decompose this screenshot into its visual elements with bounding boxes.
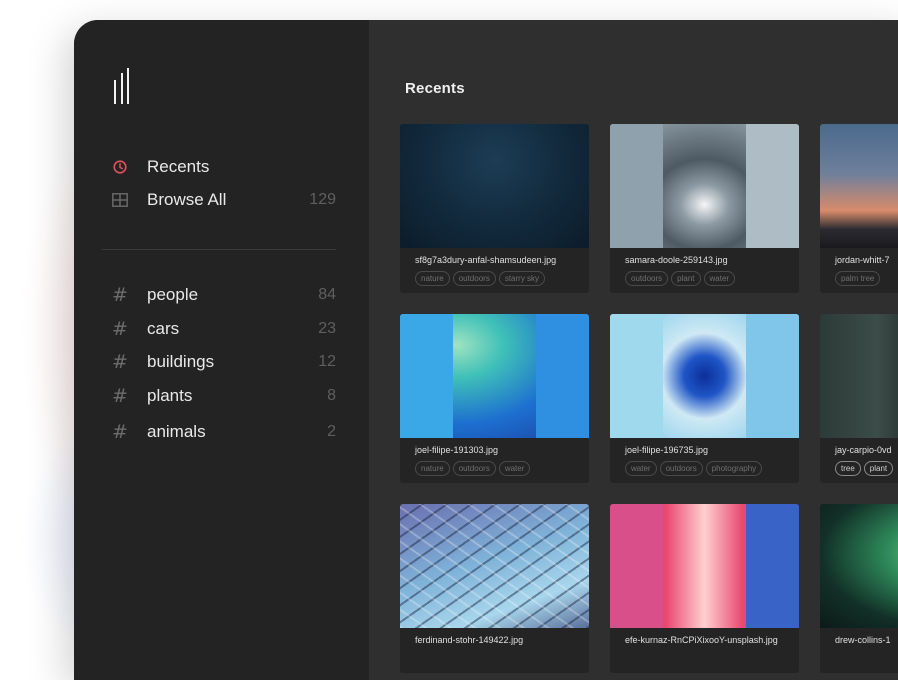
sidebar-tag-plants[interactable]: # plants 8 [111, 383, 336, 409]
tag-chip[interactable]: outdoors [659, 461, 703, 476]
tag-list: palm tree [835, 271, 881, 286]
image-filename: efe-kurnaz-RnCPiXixooY-unsplash.jpg [625, 635, 778, 645]
sidebar-item-label: Recents [147, 157, 210, 176]
image-filename: sf8g7a3dury-anfal-shamsudeen.jpg [415, 255, 557, 265]
tag-list: tree plant [835, 461, 894, 476]
sidebar-tag-count: 2 [327, 423, 336, 440]
sidebar-tag-label: cars [147, 319, 180, 338]
tag-chip[interactable]: starry sky [498, 271, 546, 286]
sidebar-tag-count: 12 [318, 353, 336, 370]
tag-chip[interactable]: water [625, 461, 657, 476]
sidebar-tag-count: 23 [318, 320, 336, 337]
tag-list: water outdoors photography [625, 461, 763, 476]
sidebar-divider [102, 249, 336, 250]
tag-chip[interactable]: outdoors [452, 271, 496, 286]
tag-chip[interactable]: tree [835, 461, 861, 476]
sidebar-tag-people[interactable]: # people 84 [111, 282, 336, 308]
image-filename: samara-doole-259143.jpg [625, 255, 728, 265]
sidebar-tag-label: animals [147, 422, 206, 441]
hash-icon: # [112, 284, 128, 306]
image-filename: drew-collins-1 [835, 635, 891, 645]
tag-list: nature outdoors starry sky [415, 271, 546, 286]
sidebar-item-recents[interactable]: Recents [111, 154, 336, 180]
image-thumbnail [400, 504, 589, 628]
image-thumbnail [610, 504, 799, 628]
tag-chip[interactable]: water [703, 271, 736, 286]
image-card[interactable]: efe-kurnaz-RnCPiXixooY-unsplash.jpg [610, 504, 799, 673]
sidebar-tag-count: 84 [318, 286, 336, 303]
grid-icon [111, 191, 129, 209]
sidebar: Recents Browse All 129 # people 84 # car… [74, 20, 369, 680]
tag-chip[interactable]: plant [863, 461, 894, 476]
sidebar-tag-animals[interactable]: # animals 2 [111, 419, 336, 445]
image-thumbnail [610, 314, 799, 438]
image-thumbnail [400, 124, 589, 248]
sidebar-tag-label: people [147, 285, 199, 304]
tag-chip[interactable]: outdoors [452, 461, 496, 476]
image-card[interactable]: samara-doole-259143.jpg outdoors plant w… [610, 124, 799, 293]
image-thumbnail [610, 124, 799, 248]
image-filename: ferdinand-stohr-149422.jpg [415, 635, 524, 645]
image-filename: jay-carpio-0vd [835, 445, 892, 455]
page-title: Recents [405, 80, 465, 97]
sidebar-tag-cars[interactable]: # cars 23 [111, 316, 336, 342]
app-logo [114, 68, 136, 104]
image-card[interactable]: sf8g7a3dury-anfal-shamsudeen.jpg nature … [400, 124, 589, 293]
image-thumbnail [820, 504, 898, 628]
image-filename: jordan-whitt-7 [835, 255, 890, 265]
image-filename: joel-filipe-196735.jpg [625, 445, 709, 455]
sidebar-item-label: Browse All [147, 190, 227, 209]
tag-list: nature outdoors water [415, 461, 531, 476]
hash-icon: # [112, 421, 128, 443]
main-content: Recents sf8g7a3dury-anfal-shamsudeen.jpg… [369, 20, 898, 680]
image-thumbnail [820, 124, 898, 248]
clock-icon [111, 158, 129, 176]
app-window: Recents Browse All 129 # people 84 # car… [74, 20, 898, 680]
hash-icon: # [112, 351, 128, 373]
image-card[interactable]: ferdinand-stohr-149422.jpg [400, 504, 589, 673]
sidebar-tag-count: 8 [327, 387, 336, 404]
sidebar-tag-label: buildings [147, 352, 215, 371]
tag-chip[interactable]: palm tree [835, 271, 881, 286]
image-card[interactable]: jay-carpio-0vd tree plant [820, 314, 898, 483]
tag-chip[interactable]: plant [671, 271, 701, 286]
sidebar-item-browse-all[interactable]: Browse All 129 [111, 187, 336, 213]
tag-chip[interactable]: photography [705, 461, 763, 476]
image-card[interactable]: joel-filipe-196735.jpg water outdoors ph… [610, 314, 799, 483]
tag-list: outdoors plant water [625, 271, 736, 286]
image-card[interactable]: drew-collins-1 [820, 504, 898, 673]
tag-chip[interactable]: water [498, 461, 531, 476]
image-card[interactable]: joel-filipe-191303.jpg nature outdoors w… [400, 314, 589, 483]
hash-icon: # [112, 318, 128, 340]
tag-chip[interactable]: nature [415, 271, 450, 286]
image-thumbnail [820, 314, 898, 438]
image-card[interactable]: jordan-whitt-7 palm tree [820, 124, 898, 293]
tag-chip[interactable]: outdoors [625, 271, 669, 286]
sidebar-tag-label: plants [147, 386, 193, 405]
hash-icon: # [112, 385, 128, 407]
sidebar-item-count: 129 [309, 191, 336, 208]
image-filename: joel-filipe-191303.jpg [415, 445, 499, 455]
sidebar-tag-buildings[interactable]: # buildings 12 [111, 349, 336, 375]
image-thumbnail [400, 314, 589, 438]
tag-chip[interactable]: nature [415, 461, 450, 476]
